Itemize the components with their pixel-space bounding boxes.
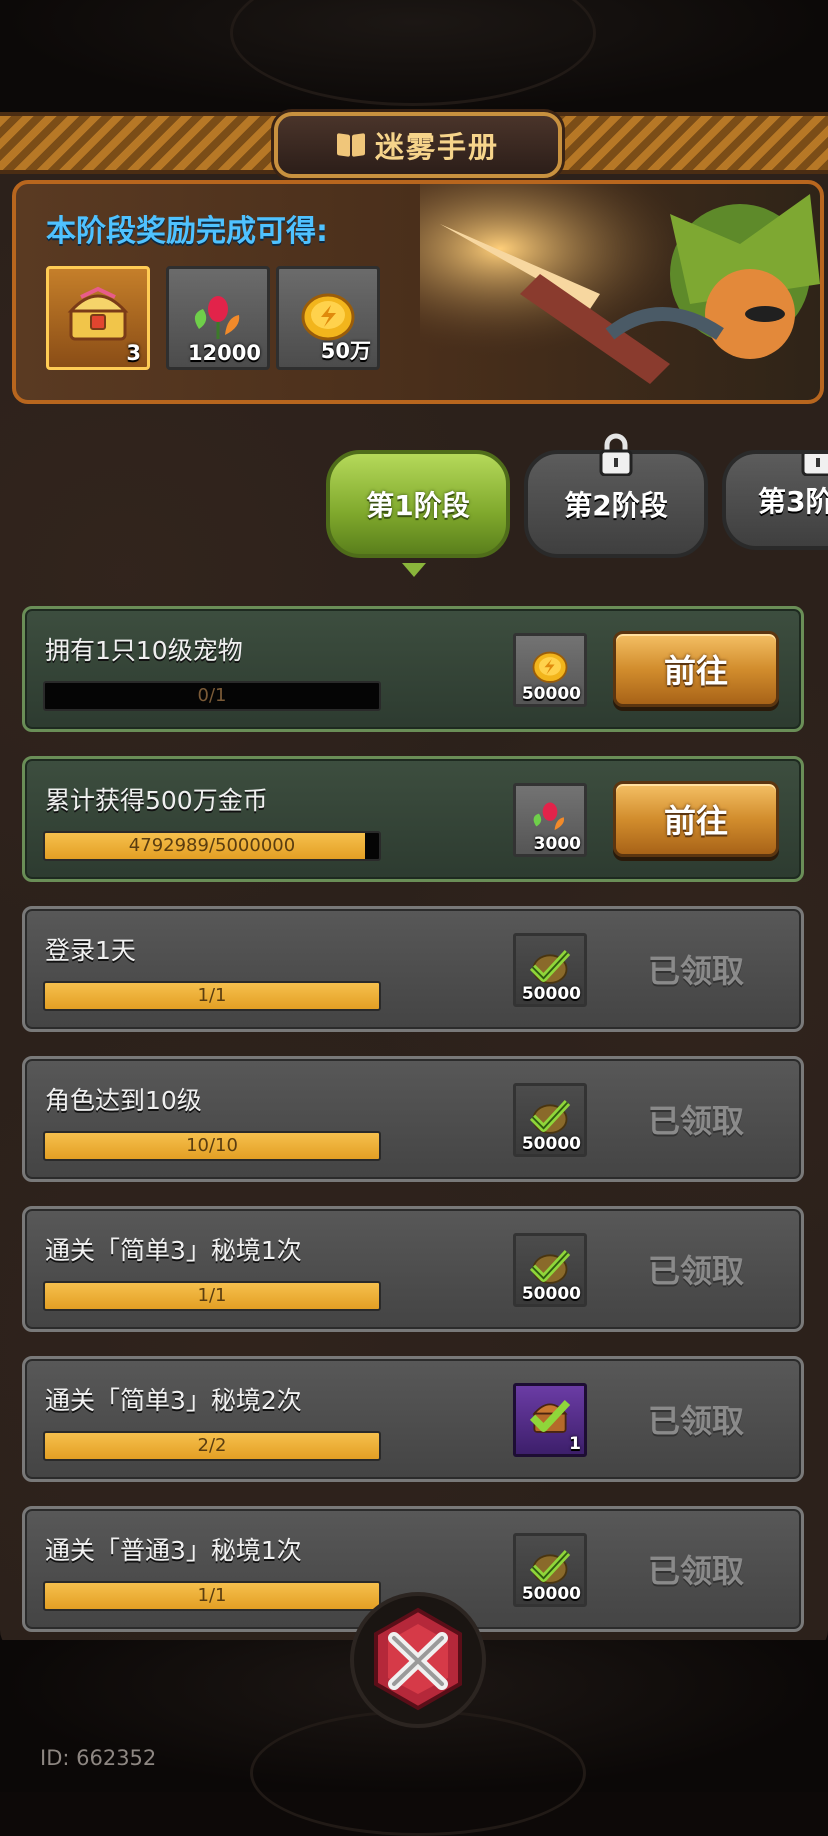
reward-count: 3 bbox=[126, 341, 141, 365]
task-reward-slot[interactable]: 50000 bbox=[513, 633, 587, 707]
lock-icon bbox=[801, 454, 828, 476]
task-title: 累计获得500万金币 bbox=[45, 786, 268, 815]
ornament bbox=[230, 0, 596, 106]
claimed-label: 已领取 bbox=[647, 1552, 744, 1590]
top-background bbox=[0, 0, 828, 112]
progress-text: 2/2 bbox=[197, 1435, 227, 1456]
lock-icon bbox=[599, 433, 633, 476]
close-button[interactable] bbox=[350, 1592, 486, 1728]
tab-label: 第3阶段 bbox=[758, 485, 828, 518]
player-id: ID: 662352 bbox=[40, 1746, 157, 1770]
progress-text: 1/1 bbox=[197, 1285, 227, 1306]
claimed-label: 已领取 bbox=[647, 1102, 744, 1140]
task-progress-bar: 10/10 bbox=[43, 1131, 381, 1161]
progress-text: 10/10 bbox=[186, 1135, 238, 1156]
task-title: 角色达到10级 bbox=[45, 1086, 202, 1115]
task-row: 通关「简单3」秘境2次 2/2 1 已领取 bbox=[22, 1356, 804, 1482]
stage-reward-gems[interactable]: 12000 bbox=[166, 266, 270, 370]
title-plaque: 迷雾手册 bbox=[274, 112, 562, 178]
claimed-label: 已领取 bbox=[647, 952, 744, 990]
task-progress-bar: 1/1 bbox=[43, 1281, 381, 1311]
hero-illustration bbox=[420, 184, 820, 400]
stage-reward-gold[interactable]: 50万 bbox=[276, 266, 380, 370]
close-icon bbox=[374, 1607, 462, 1711]
task-progress-bar: 4792989/5000000 bbox=[43, 831, 381, 861]
task-row: 累计获得500万金币 4792989/5000000 3000 前往 bbox=[22, 756, 804, 882]
progress-text: 0/1 bbox=[197, 685, 227, 706]
progress-text: 4792989/5000000 bbox=[128, 835, 296, 856]
task-title: 通关「简单3」秘境1次 bbox=[45, 1236, 302, 1265]
tab-stage-1[interactable]: 第1阶段 bbox=[326, 450, 510, 558]
task-progress-bar: 0/1 bbox=[43, 681, 381, 711]
task-reward-slot[interactable]: 50000 bbox=[513, 1533, 587, 1607]
task-reward-slot[interactable]: 50000 bbox=[513, 1233, 587, 1307]
task-title: 通关「普通3」秘境1次 bbox=[45, 1536, 302, 1565]
task-row: 登录1天 1/1 50000 已领取 bbox=[22, 906, 804, 1032]
tab-stage-3[interactable]: 第3阶段 bbox=[722, 450, 828, 550]
stage-reward-chest[interactable]: 3 bbox=[46, 266, 150, 370]
task-progress-bar: 1/1 bbox=[43, 981, 381, 1011]
task-progress-bar: 2/2 bbox=[43, 1431, 381, 1461]
stage-reward-banner: 本阶段奖励完成可得: 3 12000 50万 bbox=[12, 180, 824, 404]
task-row: 拥有1只10级宠物 0/1 50000 前往 bbox=[22, 606, 804, 732]
reward-count: 1 bbox=[569, 1434, 581, 1454]
reward-count: 50000 bbox=[521, 984, 581, 1004]
task-title: 拥有1只10级宠物 bbox=[45, 636, 243, 665]
task-progress-bar: 1/1 bbox=[43, 1581, 381, 1611]
go-button[interactable]: 前往 bbox=[613, 631, 779, 707]
go-button[interactable]: 前往 bbox=[613, 781, 779, 857]
reward-count: 50000 bbox=[521, 1584, 581, 1604]
task-title: 通关「简单3」秘境2次 bbox=[45, 1386, 302, 1415]
task-reward-slot[interactable]: 1 bbox=[513, 1383, 587, 1457]
task-title: 登录1天 bbox=[45, 936, 136, 965]
book-icon bbox=[337, 134, 365, 156]
claimed-label: 已领取 bbox=[647, 1402, 744, 1440]
task-reward-slot[interactable]: 50000 bbox=[513, 1083, 587, 1157]
page-title: 迷雾手册 bbox=[374, 130, 499, 164]
ornament bbox=[250, 1710, 586, 1836]
task-reward-slot[interactable]: 50000 bbox=[513, 933, 587, 1007]
tab-stage-2[interactable]: 第2阶段 bbox=[524, 433, 708, 558]
task-row: 角色达到10级 10/10 50000 已领取 bbox=[22, 1056, 804, 1182]
reward-count: 50000 bbox=[521, 684, 581, 704]
reward-count: 3000 bbox=[533, 834, 581, 854]
reward-count: 50万 bbox=[320, 339, 371, 363]
active-tab-pointer bbox=[402, 563, 426, 577]
tab-label: 第1阶段 bbox=[366, 489, 470, 522]
progress-text: 1/1 bbox=[197, 985, 227, 1006]
task-row: 通关「简单3」秘境1次 1/1 50000 已领取 bbox=[22, 1206, 804, 1332]
reward-count: 12000 bbox=[187, 341, 261, 365]
task-reward-slot[interactable]: 3000 bbox=[513, 783, 587, 857]
claimed-label: 已领取 bbox=[647, 1252, 744, 1290]
progress-text: 1/1 bbox=[197, 1585, 227, 1606]
stage-reward-heading: 本阶段奖励完成可得: bbox=[46, 214, 328, 249]
tab-label: 第2阶段 bbox=[564, 489, 668, 522]
reward-count: 50000 bbox=[521, 1134, 581, 1154]
reward-count: 50000 bbox=[521, 1284, 581, 1304]
